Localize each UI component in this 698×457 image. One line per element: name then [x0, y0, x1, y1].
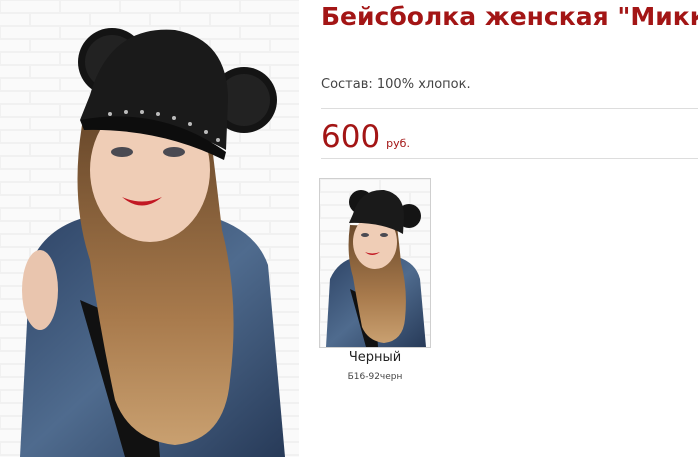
variant-color-name: Черный [348, 350, 402, 365]
product-main-image[interactable] [0, 0, 299, 457]
variant-card[interactable]: Черный Б16-92черн [319, 178, 431, 388]
price: 600 руб. [321, 117, 410, 157]
price-currency: руб. [386, 137, 410, 150]
variant-sku: Б16-92черн [347, 372, 403, 382]
variant-photo [320, 179, 430, 347]
divider [321, 108, 698, 109]
variant-thumbnail[interactable] [319, 178, 431, 348]
divider [321, 158, 698, 159]
product-title: Бейсболка женская "Микки" [321, 2, 698, 31]
product-composition: Состав: 100% хлопок. [321, 77, 471, 92]
product-photo [0, 0, 299, 457]
price-value: 600 [321, 119, 381, 155]
